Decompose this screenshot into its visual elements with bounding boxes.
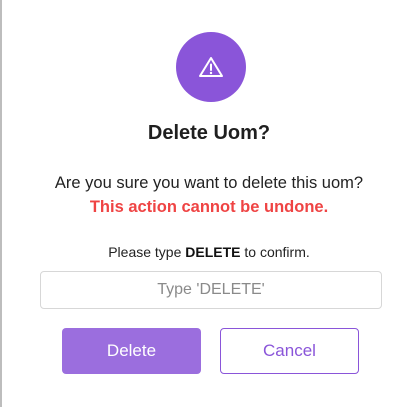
confirm-keyword: DELETE (185, 244, 241, 260)
confirm-instruction: Please type DELETE to confirm. (2, 241, 416, 263)
warning-triangle-icon (198, 55, 224, 79)
confirmation-question: Are you sure you want to delete this uom… (54, 174, 364, 192)
irreversible-warning: This action cannot be undone. (89, 198, 329, 216)
confirm-instruction-prefix: Please type (108, 244, 186, 260)
confirm-delete-input[interactable] (40, 271, 382, 309)
warning-icon-badge (176, 32, 246, 102)
cancel-button[interactable]: Cancel (220, 328, 359, 374)
dialog-title: Delete Uom? (147, 122, 271, 144)
delete-confirmation-dialog: Delete Uom? Are you sure you want to del… (2, 0, 416, 407)
confirm-instruction-suffix: to confirm. (240, 244, 310, 260)
delete-button[interactable]: Delete (62, 328, 201, 374)
